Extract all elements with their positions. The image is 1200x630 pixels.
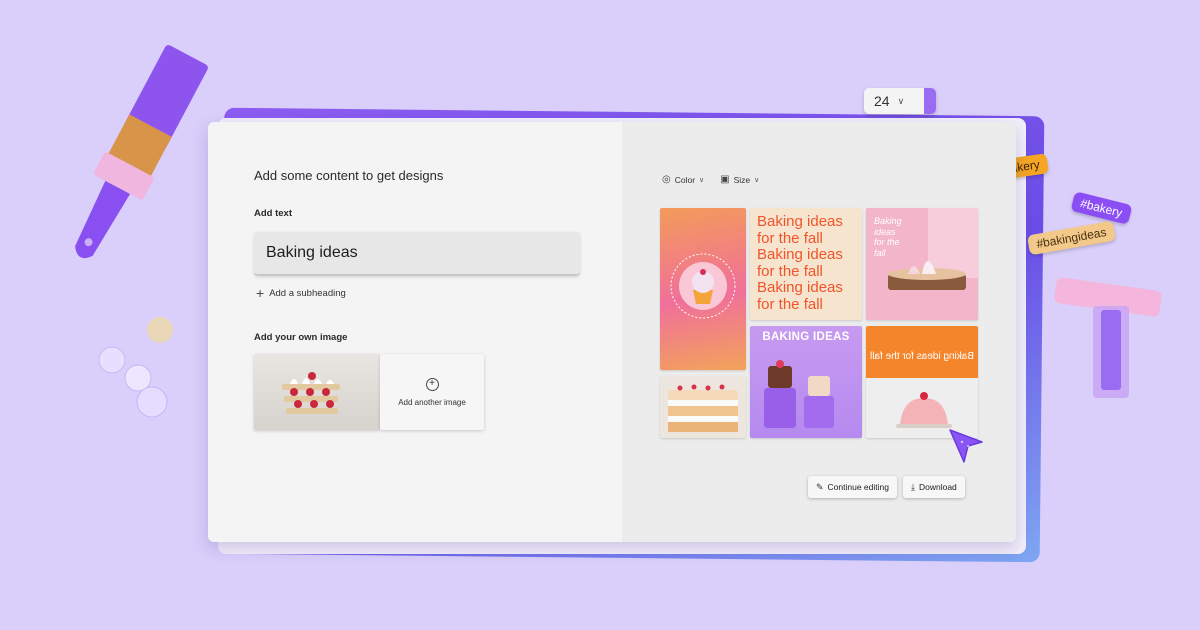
add-another-image-label: Add another image <box>398 397 466 407</box>
tile-line: Baking ideas <box>757 246 843 263</box>
design-tile[interactable]: Baking ideas for the fall Baking ideas f… <box>750 208 862 320</box>
design-grid: Baking ideas for the fall Baking ideas f… <box>660 208 980 440</box>
hashtag-bakery: #bakery <box>1070 191 1133 225</box>
size-filter-label: Size <box>733 174 751 185</box>
continue-editing-button[interactable]: ✎ Continue editing <box>808 476 897 498</box>
design-tile[interactable]: Baking ideas for the fall <box>866 208 978 320</box>
color-palette-icon: ◎ <box>662 174 671 185</box>
font-size-value: 24 <box>874 93 890 109</box>
content-input-pane: Add some content to get designs Add text… <box>208 122 622 542</box>
filter-bar: ◎ Color ∨ ▣ Size ∨ <box>662 174 759 185</box>
paintbrush-icon <box>75 45 208 258</box>
add-subheading-button[interactable]: + Add a subheading <box>256 285 346 301</box>
design-tile[interactable]: Baking ideas for the fall <box>866 326 978 438</box>
add-another-image-button[interactable]: + Add another image <box>380 354 484 430</box>
add-text-label: Add text <box>254 208 292 219</box>
tile-line: fall <box>874 247 886 258</box>
download-label: Download <box>918 482 957 492</box>
circle-plus-icon: + <box>425 377 439 391</box>
cupcake-circle-art <box>670 253 736 319</box>
continue-editing-label: Continue editing <box>827 482 889 492</box>
download-button[interactable]: ⤓ Download <box>902 476 965 498</box>
chevron-down-icon: ∨ <box>897 95 905 106</box>
design-tile[interactable]: BAKING IDEAS <box>750 326 862 438</box>
designer-window: Add some content to get designs Add text… <box>208 122 1016 542</box>
action-bar: ✎ Continue editing ⤓ Download <box>808 476 965 498</box>
chip-accent <box>924 88 936 114</box>
dessert-photo <box>896 392 952 428</box>
add-subheading-label: Add a subheading <box>269 287 346 299</box>
chevron-down-icon: ∨ <box>699 176 705 184</box>
cursor-pointer-icon <box>949 429 983 463</box>
color-filter[interactable]: ◎ Color ∨ <box>662 174 704 185</box>
design-suggestions-pane: ◎ Color ∨ ▣ Size ∨ Baking ideas for the … <box>622 122 1016 542</box>
pane-heading: Add some content to get designs <box>254 168 444 183</box>
pencil-icon: ✎ <box>816 481 824 492</box>
tile-line: Baking <box>874 216 902 226</box>
text-input[interactable] <box>254 232 580 276</box>
chevron-down-icon: ∨ <box>754 176 760 184</box>
design-tile-text: Baking ideas for the fall <box>874 216 902 258</box>
design-tile-text: Baking ideas for the fall Baking ideas f… <box>757 213 843 313</box>
download-icon: ⤓ <box>910 481 915 492</box>
text-tool-decoration <box>1054 277 1162 398</box>
add-image-label: Add your own image <box>254 332 348 343</box>
tile-line: Baking ideas <box>757 279 843 296</box>
tile-line: Baking ideas <box>757 213 843 230</box>
design-tile-title: BAKING IDEAS <box>762 331 850 343</box>
color-filter-label: Color <box>674 174 696 185</box>
tile-line: for the fall <box>757 295 823 313</box>
design-tile[interactable] <box>660 208 746 370</box>
tile-line: for the <box>874 237 900 247</box>
design-tile[interactable] <box>660 376 746 438</box>
resize-icon: ▣ <box>720 174 730 185</box>
uploaded-image-thumbnail[interactable] <box>254 354 380 430</box>
plus-icon: + <box>256 285 265 301</box>
layer-cake-photo <box>660 376 746 438</box>
tile-line: ideas <box>874 226 896 237</box>
pastry-stack-photo <box>282 372 340 414</box>
tile-line: for the fall <box>757 262 823 280</box>
size-filter[interactable]: ▣ Size ∨ <box>720 174 759 185</box>
tile-line: for the fall <box>757 229 823 247</box>
bead-decoration <box>98 317 173 418</box>
font-size-dropdown[interactable]: 24 ∨ <box>864 88 936 114</box>
